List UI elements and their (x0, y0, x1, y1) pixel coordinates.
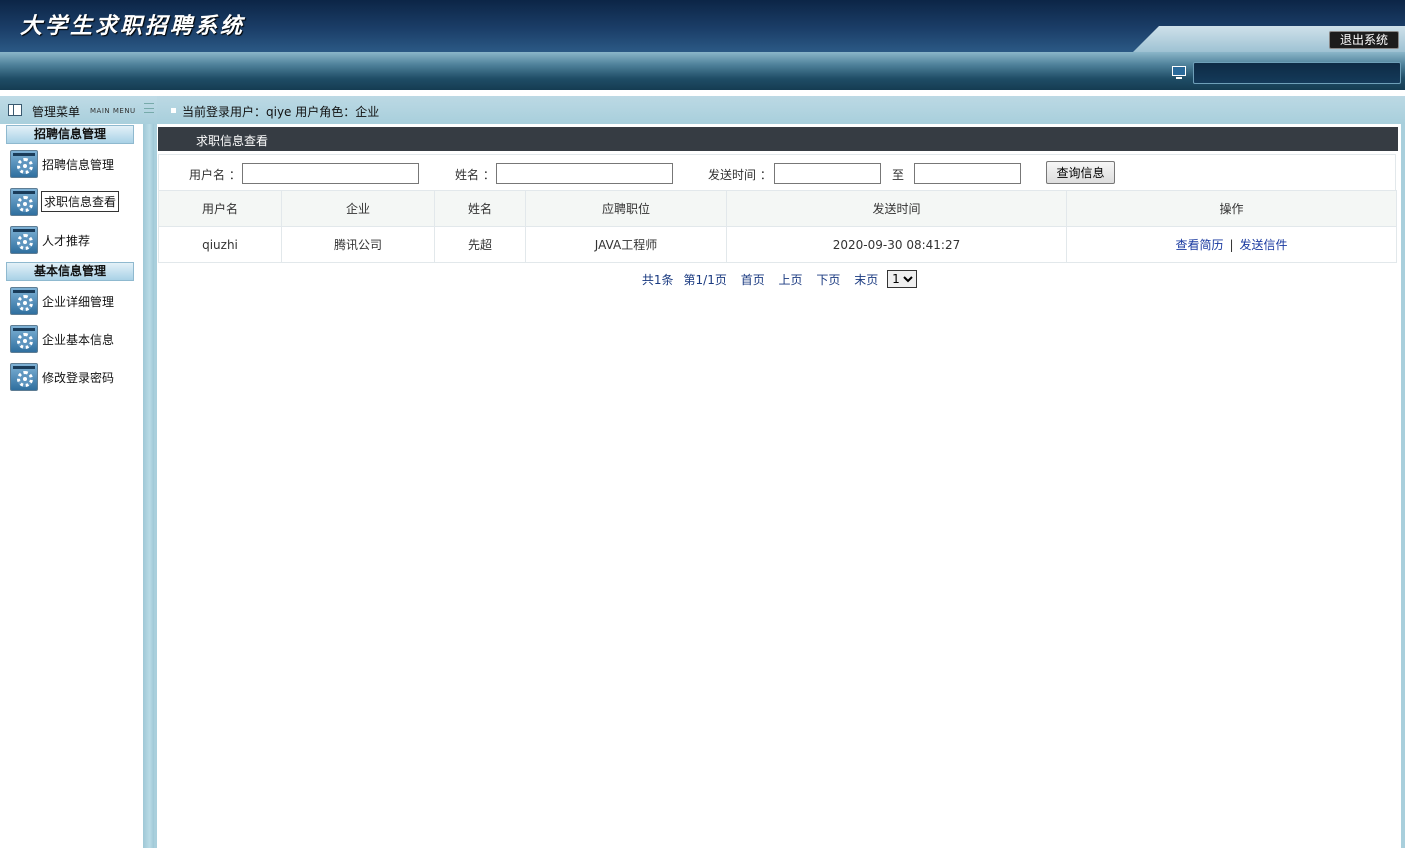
app-title: 大学生求职招聘系统 (20, 13, 246, 39)
cell-position: JAVA工程师 (525, 226, 727, 263)
last-page-link[interactable]: 末页 (854, 273, 878, 287)
name-input[interactable] (496, 163, 673, 184)
username-label: 用户名 ： (189, 168, 241, 182)
menu-group-recruit[interactable]: 招聘信息管理 (6, 125, 134, 144)
menu-group-basic[interactable]: 基本信息管理 (6, 262, 134, 281)
send-time-to-input[interactable] (914, 163, 1021, 184)
sidebar-item-label: 求职信息查看 (41, 191, 120, 212)
page-info: 第1/1页 (683, 272, 727, 287)
username-input[interactable] (242, 163, 419, 184)
sidebar-item-company-basic[interactable]: 企业基本信息 (10, 325, 135, 355)
sidebar-item-label: 人才推荐 (42, 234, 91, 248)
gear-icon (10, 325, 38, 353)
total-count: 共1条 (641, 272, 674, 287)
menu-title-en: MAIN MENU (90, 107, 136, 115)
next-page-link[interactable]: 下页 (816, 273, 840, 287)
column-header: 操作 (1066, 190, 1397, 227)
column-header: 应聘职位 (525, 190, 727, 227)
sidebar-item-label: 修改登录密码 (42, 371, 115, 385)
send-time-label: 发送时间 ： (708, 168, 772, 182)
cell-name: 先超 (434, 226, 526, 263)
cell-username: qiuzhi (158, 226, 282, 263)
name-label: 姓名 ： (455, 168, 495, 182)
sidebar-item-change-password[interactable]: 修改登录密码 (10, 363, 135, 393)
column-header: 企业 (281, 190, 435, 227)
query-button[interactable]: 查询信息 (1046, 161, 1115, 184)
column-header: 用户名 (158, 190, 282, 227)
bullet-icon (171, 108, 176, 113)
view-resume-link[interactable]: 查看简历 (1175, 238, 1223, 252)
divider: | (1229, 238, 1234, 252)
logout-button[interactable]: 退出系统 (1329, 31, 1399, 49)
gear-icon (10, 188, 38, 216)
first-page-link[interactable]: 首页 (741, 273, 765, 287)
gear-icon (10, 150, 38, 178)
sidebar-item-label: 企业基本信息 (42, 333, 115, 347)
gear-icon (10, 226, 38, 254)
menu-collapse-icon[interactable] (144, 103, 154, 113)
sidebar-item-jobseeker-view[interactable]: 求职信息查看 (10, 188, 135, 218)
jobseeker-table: 用户名 企业 姓名 应聘职位 发送时间 操作 qiuzhi 腾讯公司 先超 JA… (158, 190, 1397, 263)
pagination: 共1条 第1/1页 首页 上页 下页 末页 1 (158, 270, 1396, 290)
sidebar-splitter[interactable] (143, 124, 154, 848)
cell-actions: 查看简历 | 发送信件 (1066, 226, 1397, 263)
cell-company: 腾讯公司 (281, 226, 435, 263)
prev-page-link[interactable]: 上页 (779, 273, 803, 287)
column-header: 姓名 (434, 190, 526, 227)
cell-send-time: 2020-09-30 08:41:27 (726, 226, 1067, 263)
current-user-info: 当前登录用户：qiye 用户角色：企业 (182, 105, 380, 119)
table-row: qiuzhi 腾讯公司 先超 JAVA工程师 2020-09-30 08:41:… (158, 226, 1397, 263)
send-time-from-input[interactable] (774, 163, 881, 184)
header-status-field (1193, 62, 1401, 84)
sidebar-item-talent-recommend[interactable]: 人才推荐 (10, 226, 135, 256)
sidebar-item-label: 招聘信息管理 (42, 158, 115, 172)
sidebar-item-label: 企业详细管理 (42, 295, 115, 309)
sidebar-item-company-detail[interactable]: 企业详细管理 (10, 287, 135, 317)
page-title: 求职信息查看 (196, 134, 269, 148)
menu-layout-icon (8, 104, 22, 116)
send-letter-link[interactable]: 发送信件 (1240, 238, 1288, 252)
page-select[interactable]: 1 (887, 270, 918, 288)
column-header: 发送时间 (726, 190, 1067, 227)
gear-icon (10, 363, 38, 391)
sidebar-item-recruit-manage[interactable]: 招聘信息管理 (10, 150, 135, 180)
to-label: 至 (892, 168, 905, 182)
gear-icon (10, 287, 38, 315)
menu-title: 管理菜单 (32, 105, 81, 119)
monitor-icon (1172, 66, 1186, 79)
panel-title-bar (158, 127, 1398, 151)
table-header-row: 用户名 企业 姓名 应聘职位 发送时间 操作 (158, 190, 1397, 227)
